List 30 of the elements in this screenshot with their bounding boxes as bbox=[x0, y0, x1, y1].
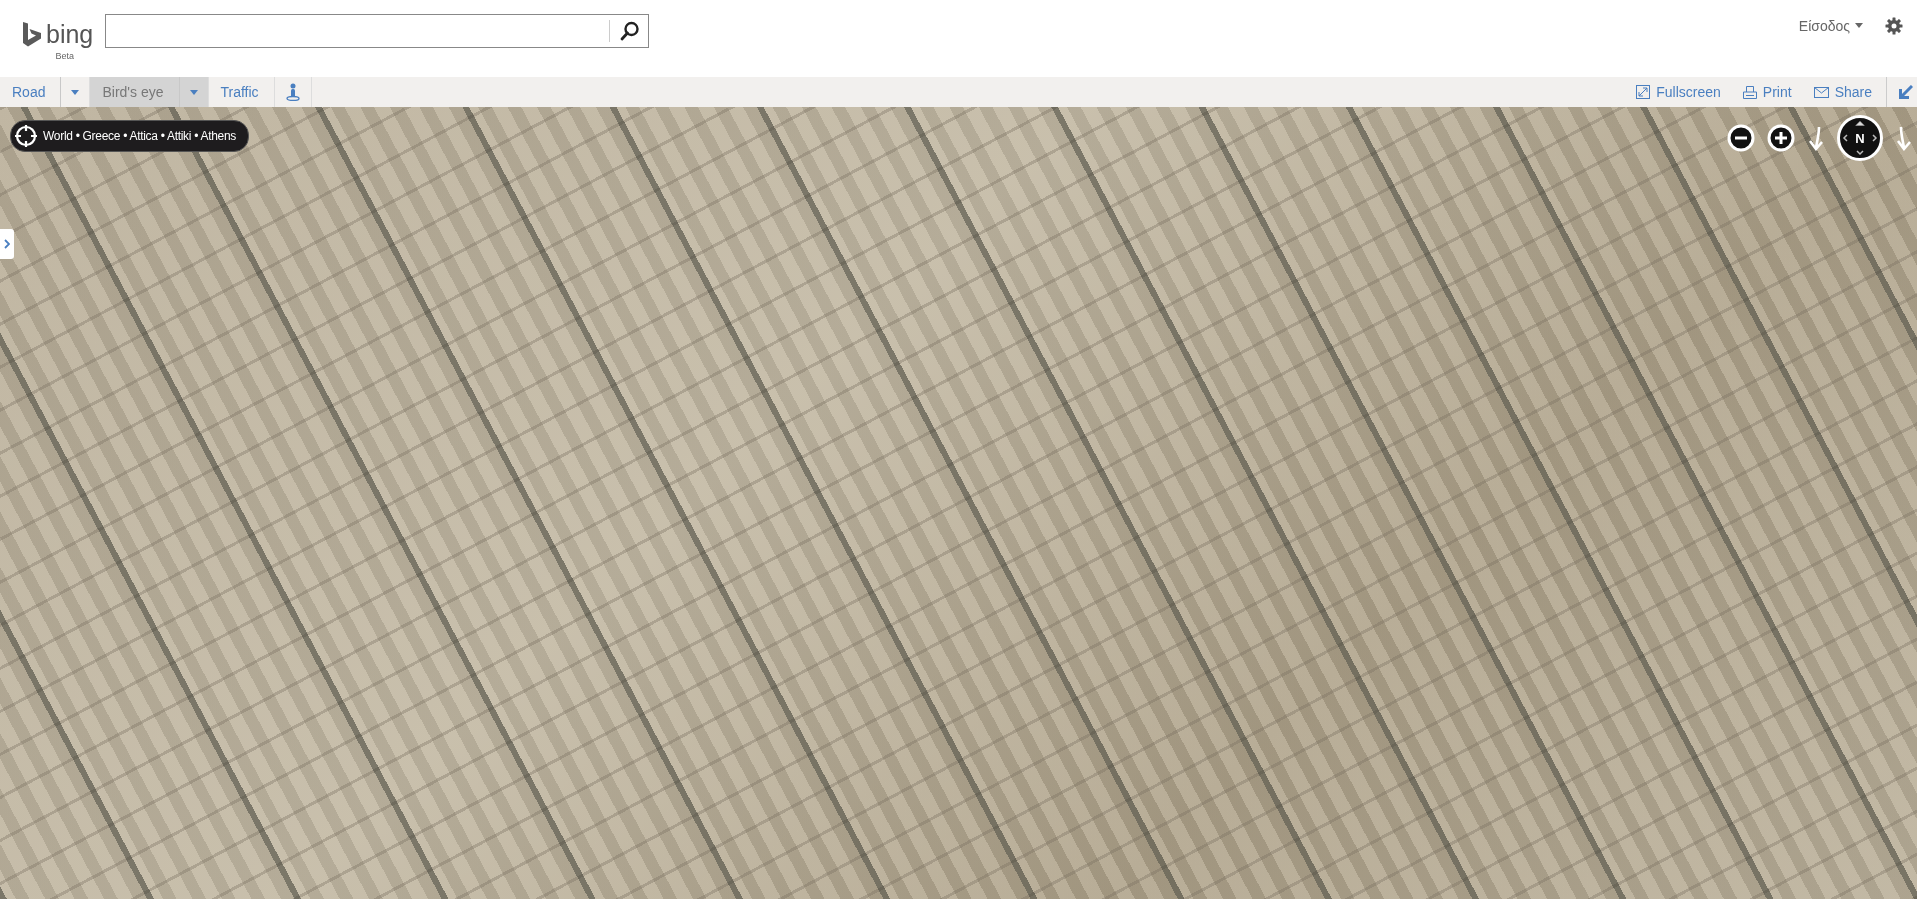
settings-icon[interactable] bbox=[1885, 16, 1903, 35]
side-panel-tab[interactable] bbox=[0, 229, 14, 259]
zoom-in-icon[interactable] bbox=[1767, 124, 1795, 152]
logo-subtitle: Beta bbox=[55, 51, 74, 61]
fullscreen-button[interactable]: Fullscreen bbox=[1624, 77, 1731, 107]
expand-icon bbox=[1636, 85, 1651, 99]
map-style-tab[interactable]: Bird's eye bbox=[90, 77, 209, 107]
sign-in-menu[interactable]: Είσοδος bbox=[1798, 17, 1863, 34]
rotate-right-arrow-icon[interactable] bbox=[1895, 125, 1913, 151]
rotate-left-arrow-icon[interactable] bbox=[1807, 125, 1825, 151]
mail-icon bbox=[1813, 86, 1829, 98]
share-button[interactable]: Share bbox=[1801, 77, 1882, 107]
search-icon[interactable] bbox=[620, 20, 641, 41]
zoom-out-icon[interactable] bbox=[1727, 124, 1755, 152]
logo-text: bing bbox=[46, 20, 94, 49]
location-breadcrumb[interactable]: World • Greece • Attica • Attiki • Athens bbox=[10, 120, 250, 152]
breadcrumb-text: World • Greece • Attica • Attiki • Athens bbox=[43, 129, 237, 143]
caret-icon bbox=[1855, 23, 1863, 28]
streetside-person-icon[interactable] bbox=[285, 83, 300, 101]
print-icon bbox=[1742, 85, 1757, 99]
locate-icon[interactable] bbox=[15, 125, 37, 147]
dropdown-caret-icon[interactable] bbox=[189, 89, 198, 95]
compass-control[interactable]: N bbox=[1837, 115, 1883, 161]
map-style-tab[interactable]: Traffic bbox=[208, 77, 275, 107]
collapse-arrow-icon[interactable] bbox=[1899, 85, 1913, 99]
print-button[interactable]: Print bbox=[1730, 77, 1802, 107]
search-field[interactable] bbox=[105, 13, 650, 48]
chevron-right-icon bbox=[4, 239, 10, 249]
dropdown-caret-icon[interactable] bbox=[71, 89, 80, 95]
bing-logo-icon bbox=[22, 21, 42, 48]
